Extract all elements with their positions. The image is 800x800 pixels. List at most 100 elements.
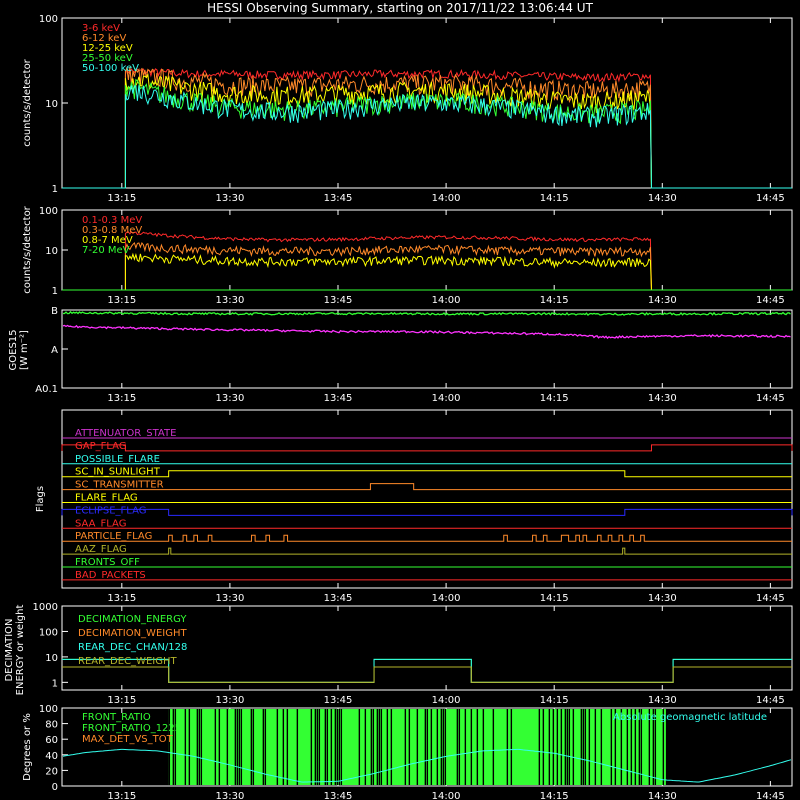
y-tick-label: 60 [45,735,58,746]
x-tick-label: 14:30 [648,593,677,604]
front-ratio-gap [286,709,289,785]
x-tick-label: 14:45 [756,593,785,604]
front-ratio-gap [334,709,337,785]
front-ratio-gap [340,709,343,785]
y-axis-label: counts/s/detector [22,58,33,146]
x-tick-label: 13:45 [324,393,353,404]
front-ratio-gap [218,709,221,785]
flag-label: POSSIBLE_FLARE [75,454,160,465]
front-ratio-gap [572,709,575,785]
y-tick-label: 1 [52,286,58,297]
front-ratio-gap [326,709,329,785]
front-ratio-gap [314,709,317,785]
y-tick-label: 100 [39,704,58,715]
y-tick-label: 1 [52,678,58,689]
x-tick-label: 13:30 [215,593,244,604]
front-ratio-gap [476,709,479,785]
y-tick-label: 80 [45,720,58,731]
front-ratio-gap [424,709,427,785]
x-tick-label: 13:45 [324,695,353,706]
front-ratio-gap [458,709,461,785]
front-ratio-gap [282,709,285,785]
front-ratio-gap [250,709,253,785]
front-ratio-gap [556,709,559,785]
x-tick-label: 14:00 [432,695,461,706]
y-tick-label: 20 [45,766,58,777]
x-tick-label: 13:45 [324,295,353,306]
front-ratio-gap [430,709,433,785]
x-tick-label: 13:30 [215,295,244,306]
front-ratio-gap [506,709,509,785]
y-tick-label: 40 [45,751,58,762]
latitude-annotation: Absolute geomagnetic latitude [613,712,767,723]
x-tick-label: 14:15 [540,695,569,706]
y-tick-label: 10 [45,653,58,664]
chart-title: HESSI Observing Summary, starting on 201… [207,1,593,15]
flag-label: BAD_PACKETS [75,570,146,581]
legend-entry: MAX_DET_VS_TOT [82,734,174,745]
flag-label: FRONTS_OFF [75,557,140,568]
front-ratio-gap [582,709,585,785]
front-ratio-gap [196,709,199,785]
front-ratio-gap [542,709,545,785]
front-ratio-gap [188,709,191,785]
x-tick-label: 14:00 [432,193,461,204]
front-ratio-gap [252,709,255,785]
flag-label: SC_IN_SUNLIGHT [75,467,161,478]
x-tick-label: 14:15 [540,193,569,204]
x-tick-label: 14:00 [432,593,461,604]
front-ratio-gap [184,709,187,785]
x-tick-label: 14:30 [648,393,677,404]
front-ratio-gap [610,709,613,785]
front-ratio-gap [318,709,321,785]
y-axis-label: Flags [35,486,46,512]
front-ratio-gap [408,709,411,785]
front-ratio-gap [564,709,567,785]
flag-label: ECLIPSE_FLAG [75,505,146,516]
x-tick-label: 13:15 [107,695,136,706]
x-tick-label: 14:15 [540,295,569,306]
front-ratio-gap [316,709,319,785]
y-tick-label: 100 [39,14,58,25]
y-tick-label: 1 [52,184,58,195]
x-tick-label: 13:30 [215,695,244,706]
flag-label: AAZ_FLAG [75,544,127,555]
x-tick-label: 14:00 [432,791,461,800]
front-ratio-gap [568,709,571,785]
flag-label: ATTENUATOR_STATE [75,428,176,439]
front-ratio-gap [310,709,313,785]
front-ratio-gap [566,709,569,785]
front-ratio-gap [456,709,459,785]
y-tick-label: A [51,345,58,356]
front-ratio-gap [386,709,389,785]
legend-entry: DECIMATION_WEIGHT [78,628,187,639]
front-ratio-gap [584,709,587,785]
flag-label: SC_TRANSMITTER [75,480,164,491]
y-tick-label: 10 [45,99,58,110]
x-tick-label: 14:45 [756,393,785,404]
front-ratio-gap [234,709,237,785]
front-ratio-gap [172,709,175,785]
front-ratio-gap [588,709,591,785]
front-ratio-gap [600,709,603,785]
flag-label: GAP_FLAG [75,441,127,452]
front-ratio-gap [330,709,333,785]
y-axis-unit: [W m⁻²] [19,330,30,370]
front-ratio-gap [380,709,383,785]
x-tick-label: 13:15 [107,193,136,204]
x-tick-label: 13:30 [215,393,244,404]
front-ratio-gap [552,709,555,785]
legend-entry: 7-20 MeV [82,245,130,256]
front-ratio-gap [470,709,473,785]
legend-entry: FRONT_RATIO [82,712,151,723]
y-axis-label: GOES15 [8,329,19,370]
x-tick-label: 14:45 [756,791,785,800]
front-ratio-gap [482,709,485,785]
front-ratio-gap [168,709,171,785]
front-ratio-gap [444,709,447,785]
front-ratio-gap [492,709,495,785]
front-ratio-gap [404,709,407,785]
legend-entry: FRONT_RATIO_1225 [82,723,181,734]
y-tick-label: 100 [39,206,58,217]
x-tick-label: 13:30 [215,791,244,800]
